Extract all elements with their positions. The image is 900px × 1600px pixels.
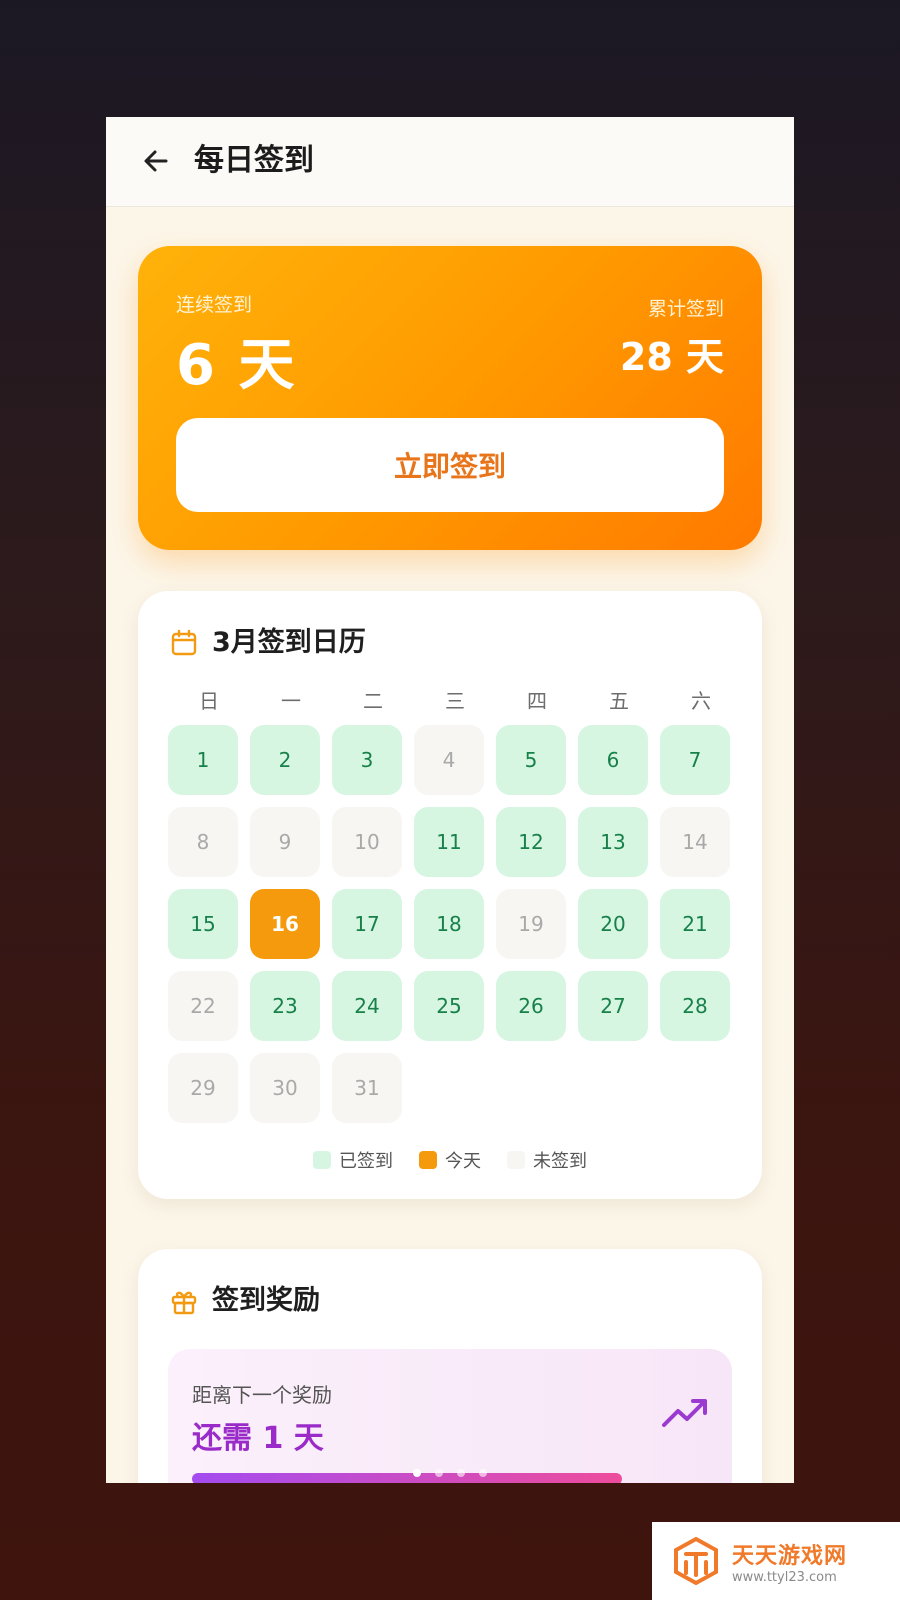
calendar-day-miss[interactable]: 14 [660, 807, 730, 877]
calendar-day-done[interactable]: 5 [496, 725, 566, 795]
calendar-day-miss[interactable]: 29 [168, 1053, 238, 1123]
site-logo-icon [674, 1536, 718, 1586]
weekday-label: 二 [363, 689, 383, 713]
page-dot[interactable] [457, 1469, 465, 1477]
calendar-grid: 1 2 3 4 5 6 7 8 9 10 11 12 13 14 15 16 17 18 19 20 21 22 23 24 2… [168, 725, 732, 1123]
consecutive-value: 6 天 [176, 333, 297, 398]
calendar-day-miss[interactable]: 22 [168, 971, 238, 1041]
trending-up-icon [662, 1399, 707, 1427]
calendar-day-done[interactable]: 6 [578, 725, 648, 795]
calendar-day-miss[interactable]: 10 [332, 807, 402, 877]
calendar-card: 3月签到日历 日一二三四五六 1 2 3 4 5 6 7 8 9 10 11 12 13 14 15 16 17… [138, 591, 762, 1199]
calendar-day-done[interactable]: 13 [578, 807, 648, 877]
back-button[interactable] [136, 141, 176, 181]
page-dot[interactable] [435, 1469, 443, 1477]
calendar-day-done[interactable]: 26 [496, 971, 566, 1041]
weekday-label: 日 [199, 689, 219, 713]
weekday-header: 日一二三四五六 [168, 685, 732, 714]
page-dot[interactable] [413, 1469, 421, 1477]
calendar-day-done[interactable]: 1 [168, 725, 238, 795]
calendar-day-done[interactable]: 2 [250, 725, 320, 795]
next-reward-panel[interactable]: 距离下一个奖励 还需 1 天 [168, 1349, 732, 1483]
site-watermark: 天天游戏网 www.ttyl23.com [652, 1522, 900, 1600]
checkin-now-button[interactable]: 立即签到 [176, 418, 724, 512]
calendar-day-miss[interactable]: 9 [250, 807, 320, 877]
calendar-legend: 已签到 今天 未签到 [138, 1147, 762, 1173]
calendar-day-miss[interactable]: 19 [496, 889, 566, 959]
total-label: 累计签到 [647, 298, 724, 320]
calendar-day-done[interactable]: 15 [168, 889, 238, 959]
calendar-day-miss[interactable]: 30 [250, 1053, 320, 1123]
weekday-label: 六 [691, 689, 711, 713]
arrow-left-icon [144, 150, 168, 172]
calendar-day-miss[interactable]: 8 [168, 807, 238, 877]
checkin-summary-card: 连续签到 6 天 累计签到 28 天 立即签到 [138, 246, 762, 550]
legend-today-swatch [419, 1151, 437, 1169]
page-title: 每日签到 [194, 143, 314, 178]
calendar-day-done[interactable]: 12 [496, 807, 566, 877]
watermark-title: 天天游戏网 [732, 1543, 848, 1569]
calendar-day-done[interactable]: 20 [578, 889, 648, 959]
legend-miss: 未签到 [507, 1147, 587, 1173]
watermark-url: www.ttyl23.com [732, 1569, 837, 1585]
legend-done: 已签到 [313, 1147, 393, 1173]
total-value: 28 天 [619, 335, 724, 379]
next-reward-hint: 距离下一个奖励 [192, 1383, 332, 1407]
calendar-day-today[interactable]: 16 [250, 889, 320, 959]
legend-miss-swatch [507, 1151, 525, 1169]
legend-today: 今天 [419, 1147, 481, 1173]
calendar-day-done[interactable]: 23 [250, 971, 320, 1041]
calendar-day-done[interactable]: 21 [660, 889, 730, 959]
weekday-label: 三 [445, 689, 465, 713]
legend-miss-label: 未签到 [533, 1151, 587, 1172]
calendar-title: 3月签到日历 [212, 627, 366, 658]
gift-icon [171, 1291, 197, 1315]
calendar-day-done[interactable]: 3 [332, 725, 402, 795]
phone-screen: 每日签到 连续签到 6 天 累计签到 28 天 立即签到 3月签到日历 日 一 二 三… [106, 117, 794, 1483]
calendar-day-miss[interactable]: 31 [332, 1053, 402, 1123]
legend-today-label: 今天 [445, 1151, 481, 1172]
calendar-day-done[interactable]: 11 [414, 807, 484, 877]
calendar-day-done[interactable]: 24 [332, 971, 402, 1041]
top-bar: 每日签到 [106, 117, 794, 207]
calendar-day-done[interactable]: 27 [578, 971, 648, 1041]
weekday-label: 一 [281, 689, 301, 713]
page-dot[interactable] [479, 1469, 487, 1477]
calendar-day-done[interactable]: 28 [660, 971, 730, 1041]
calendar-day-miss[interactable]: 4 [414, 725, 484, 795]
reward-title: 签到奖励 [212, 1285, 320, 1316]
legend-done-swatch [313, 1151, 331, 1169]
calendar-day-done[interactable]: 17 [332, 889, 402, 959]
reward-card: 签到奖励 距离下一个奖励 还需 1 天 [138, 1249, 762, 1483]
legend-done-label: 已签到 [339, 1151, 393, 1172]
calendar-icon [171, 629, 197, 656]
calendar-day-done[interactable]: 25 [414, 971, 484, 1041]
calendar-day-done[interactable]: 18 [414, 889, 484, 959]
calendar-day-done[interactable]: 7 [660, 725, 730, 795]
weekday-label: 五 [609, 689, 629, 713]
weekday-label: 四 [527, 689, 547, 713]
next-reward-remaining: 还需 1 天 [192, 1421, 324, 1456]
consecutive-label: 连续签到 [176, 294, 253, 316]
page-indicator[interactable] [106, 1469, 794, 1477]
